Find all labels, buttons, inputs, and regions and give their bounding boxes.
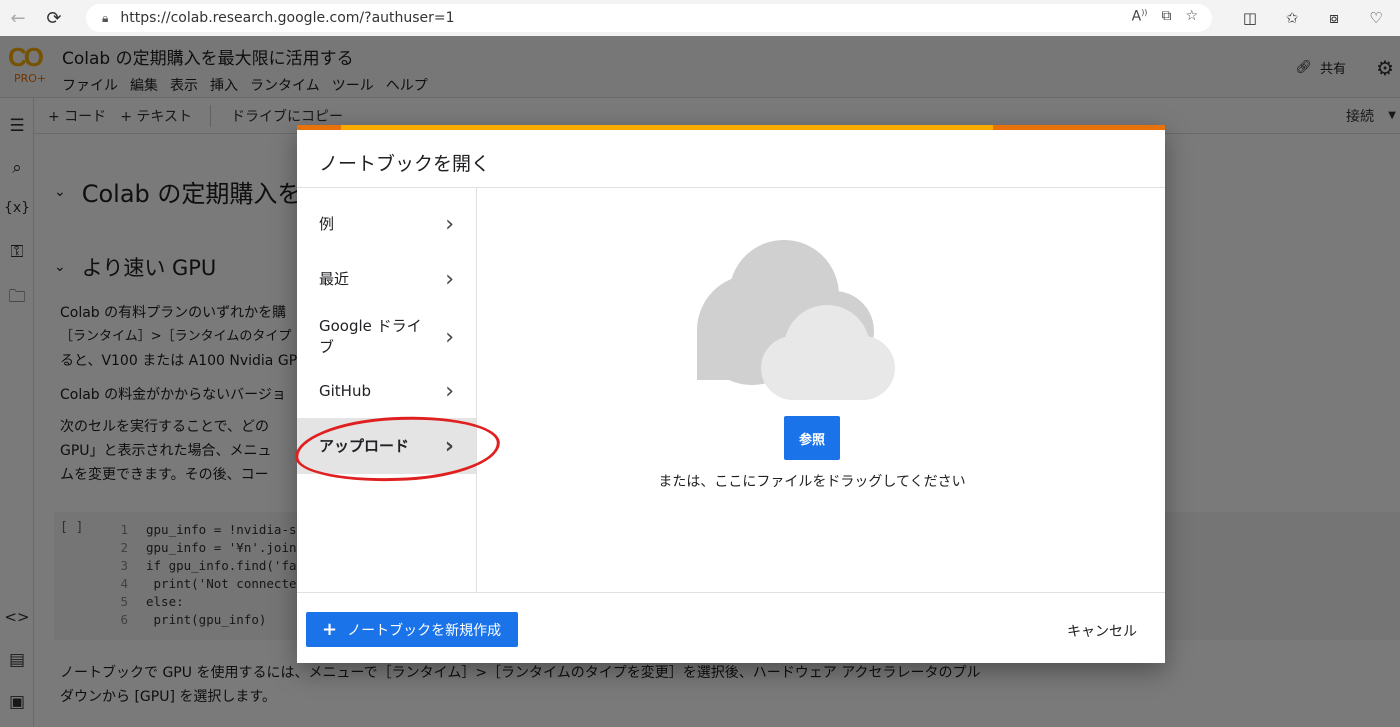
chevron-right-icon: › bbox=[445, 378, 454, 404]
share-button[interactable]: 🔗︎ 共有 bbox=[1295, 58, 1346, 77]
dialog-source-nav: 例 › 最近 › Google ドライブ › GitHub › アップロード › bbox=[297, 188, 477, 592]
split-screen-icon[interactable]: ◫ bbox=[1234, 9, 1266, 27]
dialog-divider bbox=[297, 592, 1165, 593]
drag-hint-text: または、ここにファイルをドラッグしてください bbox=[658, 474, 966, 490]
chevron-right-icon: › bbox=[444, 433, 454, 459]
collections-icon[interactable]: ⧇ bbox=[1318, 9, 1350, 27]
text-line: ムを変更できます。その後、コー bbox=[60, 467, 269, 483]
command-palette-icon[interactable]: ▤ bbox=[3, 650, 31, 670]
run-cell-button[interactable]: [ ] bbox=[60, 520, 83, 535]
nav-item-examples[interactable]: 例 › bbox=[297, 196, 476, 252]
menu-edit[interactable]: 編集 bbox=[130, 75, 158, 95]
section-heading-1[interactable]: ⌄ Colab の定期購入を bbox=[54, 174, 301, 209]
menu-view[interactable]: 表示 bbox=[170, 75, 198, 95]
key-icon[interactable]: ⚿ bbox=[3, 242, 31, 262]
copy-to-drive-button[interactable]: ドライブにコピー bbox=[231, 106, 343, 126]
reload-icon[interactable]: ⟳ bbox=[36, 0, 72, 36]
read-aloud-icon[interactable]: A)) bbox=[1132, 8, 1148, 25]
upload-pane[interactable]: 参照 または、ここにファイルをドラッグしてください bbox=[477, 188, 1165, 592]
lock-icon: 🔒︎ bbox=[102, 10, 109, 25]
menu-insert[interactable]: 挿入 bbox=[210, 75, 238, 95]
chevron-right-icon: › bbox=[445, 266, 454, 292]
chevron-right-icon: › bbox=[445, 211, 454, 237]
new-notebook-button[interactable]: + ノートブックを新規作成 bbox=[306, 612, 518, 647]
menu-help[interactable]: ヘルプ bbox=[386, 75, 428, 95]
favorites-icon[interactable]: ✩ bbox=[1276, 9, 1308, 27]
code-snippets-icon[interactable]: <> bbox=[3, 608, 31, 626]
notebook-title[interactable]: Colab の定期購入を最大限に活用する bbox=[62, 44, 354, 69]
menu-tools[interactable]: ツール bbox=[332, 75, 374, 95]
text-line: Colab の有料プランのいずれかを購 bbox=[60, 305, 287, 321]
nav-item-google-drive[interactable]: Google ドライブ › bbox=[297, 306, 476, 368]
collapse-chevron-icon[interactable]: ⌄ bbox=[54, 184, 66, 200]
connect-button[interactable]: 接続 bbox=[1346, 106, 1374, 126]
link-icon: 🔗︎ bbox=[1295, 60, 1312, 75]
gear-icon[interactable]: ⚙ bbox=[1376, 56, 1394, 80]
text-line: 次のセルを実行することで、どの bbox=[60, 419, 270, 435]
text-line: ノートブックで GPU を使用するには、メニューで［ランタイム］>［ランタイムの… bbox=[60, 665, 981, 681]
search-icon[interactable]: ⌕ bbox=[3, 158, 31, 178]
nav-item-recent[interactable]: 最近 › bbox=[297, 251, 476, 307]
add-text-button[interactable]: + テキスト bbox=[120, 106, 192, 126]
toc-icon[interactable]: ☰ bbox=[3, 116, 31, 136]
dialog-accent-bar bbox=[297, 125, 1165, 130]
code-line: print(gpu_info) bbox=[146, 612, 267, 627]
menu-bar: ファイル 編集 表示 挿入 ランタイム ツール ヘルプ bbox=[62, 75, 428, 95]
left-sidebar: ☰ ⌕ {x} ⚿ 🗀 <> ▤ ▣ bbox=[0, 98, 34, 727]
menu-file[interactable]: ファイル bbox=[62, 75, 118, 95]
chevron-right-icon: › bbox=[445, 324, 454, 350]
back-icon[interactable]: ← bbox=[0, 0, 36, 36]
menu-runtime[interactable]: ランタイム bbox=[250, 75, 320, 95]
text-line: GPU」と表示された場合、メニュ bbox=[60, 443, 272, 459]
code-line: print('Not connected t bbox=[146, 576, 320, 591]
app-available-icon[interactable]: ⧉ bbox=[1161, 8, 1171, 25]
plan-badge: PRO+ bbox=[14, 72, 47, 85]
address-bar[interactable]: 🔒︎ https://colab.research.google.com/?au… bbox=[86, 4, 1212, 32]
colab-header: CO PRO+ Colab の定期購入を最大限に活用する ファイル 編集 表示 … bbox=[0, 36, 1400, 98]
text-line: ［ランタイム］>［ランタイムのタイプ bbox=[60, 329, 292, 344]
url-text: https://colab.research.google.com/?authu… bbox=[120, 10, 455, 26]
text-line: ると、V100 または A100 Nvidia GP bbox=[60, 353, 298, 369]
browser-chrome: ← ⟳ 🔒︎ https://colab.research.google.com… bbox=[0, 0, 1400, 36]
code-line: else: bbox=[146, 594, 184, 609]
dialog-title: ノートブックを開く bbox=[319, 153, 491, 175]
section-heading-2[interactable]: ⌄ より速い GPU bbox=[54, 252, 216, 282]
plus-icon: + bbox=[322, 619, 338, 640]
folder-icon[interactable]: 🗀 bbox=[3, 284, 31, 313]
toolbar-divider bbox=[209, 104, 211, 127]
favorite-star-icon[interactable]: ☆ bbox=[1185, 8, 1198, 25]
code-line: gpu_info = !nvidia-smi bbox=[146, 522, 312, 537]
add-code-button[interactable]: + コード bbox=[48, 106, 106, 126]
variables-icon[interactable]: {x} bbox=[3, 200, 31, 216]
nav-item-upload[interactable]: アップロード › bbox=[297, 418, 476, 474]
chevron-down-icon[interactable]: ▼ bbox=[1388, 110, 1396, 121]
colab-logo[interactable]: CO PRO+ bbox=[8, 44, 48, 86]
nav-item-github[interactable]: GitHub › bbox=[297, 363, 476, 419]
collapse-chevron-icon[interactable]: ⌄ bbox=[54, 259, 66, 275]
text-line: Colab の料金がかからないバージョ bbox=[60, 387, 286, 403]
browse-button[interactable]: 参照 bbox=[784, 416, 840, 460]
text-line: ダウンから [GPU] を選択します。 bbox=[60, 689, 276, 705]
terminal-icon[interactable]: ▣ bbox=[3, 692, 31, 712]
browser-essentials-icon[interactable]: ♡ bbox=[1360, 9, 1392, 27]
open-notebook-dialog: ノートブックを開く 例 › 最近 › Google ドライブ › GitHub … bbox=[297, 125, 1165, 663]
cancel-button[interactable]: キャンセル bbox=[1067, 621, 1137, 641]
cloud-upload-icon bbox=[697, 240, 895, 400]
